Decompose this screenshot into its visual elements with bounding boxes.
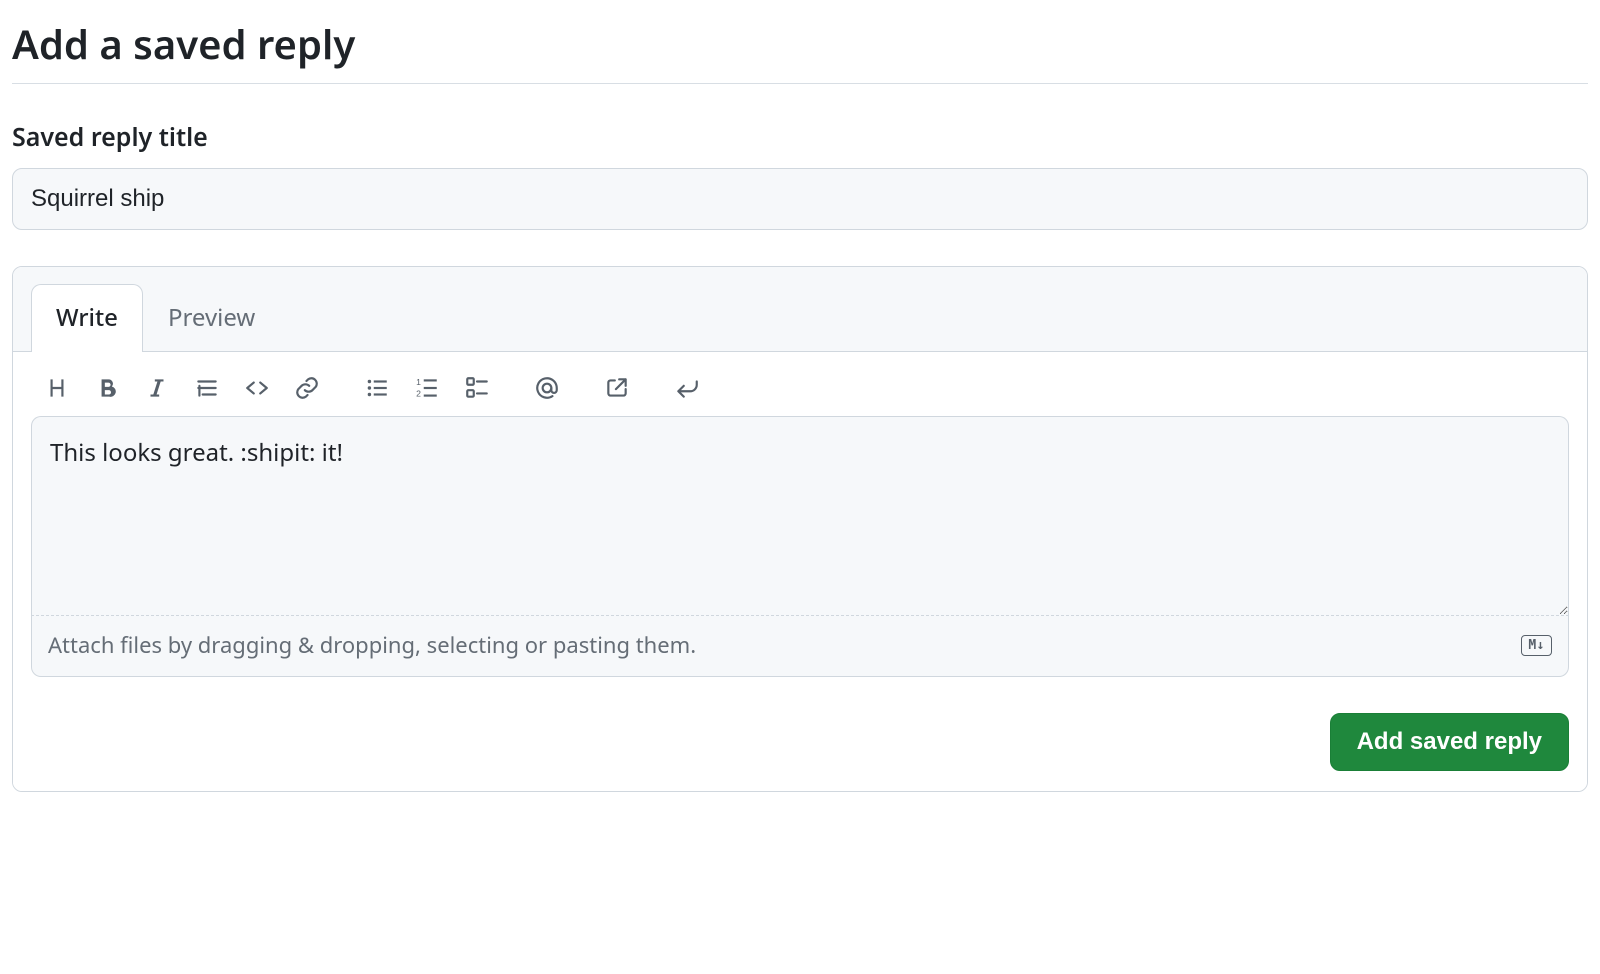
mention-icon[interactable]	[525, 368, 569, 408]
body-textarea[interactable]	[31, 416, 1569, 616]
markdown-icon[interactable]: M↓	[1521, 635, 1552, 656]
bold-icon[interactable]	[85, 368, 129, 408]
italic-icon[interactable]	[135, 368, 179, 408]
page-title: Add a saved reply	[12, 16, 1588, 84]
ordered-list-icon[interactable]: 12	[405, 368, 449, 408]
unordered-list-icon[interactable]	[355, 368, 399, 408]
quote-icon[interactable]	[185, 368, 229, 408]
svg-text:2: 2	[416, 389, 421, 399]
reply-icon[interactable]	[665, 368, 709, 408]
editor-tabstrip: Write Preview	[13, 267, 1587, 352]
task-list-icon[interactable]	[455, 368, 499, 408]
attach-hint-bar[interactable]: Attach files by dragging & dropping, sel…	[31, 616, 1569, 677]
tab-preview[interactable]: Preview	[143, 284, 280, 352]
cross-reference-icon[interactable]	[595, 368, 639, 408]
link-icon[interactable]	[285, 368, 329, 408]
attach-hint-text: Attach files by dragging & dropping, sel…	[48, 630, 696, 660]
title-input[interactable]	[12, 168, 1588, 230]
code-icon[interactable]	[235, 368, 279, 408]
add-saved-reply-button[interactable]: Add saved reply	[1330, 713, 1569, 771]
heading-icon[interactable]	[35, 368, 79, 408]
tab-write[interactable]: Write	[31, 284, 143, 352]
editor-toolbar: 12	[13, 352, 1587, 416]
editor-box: Write Preview 12	[12, 266, 1588, 792]
svg-text:1: 1	[416, 377, 421, 387]
title-field-label: Saved reply title	[12, 120, 1588, 154]
